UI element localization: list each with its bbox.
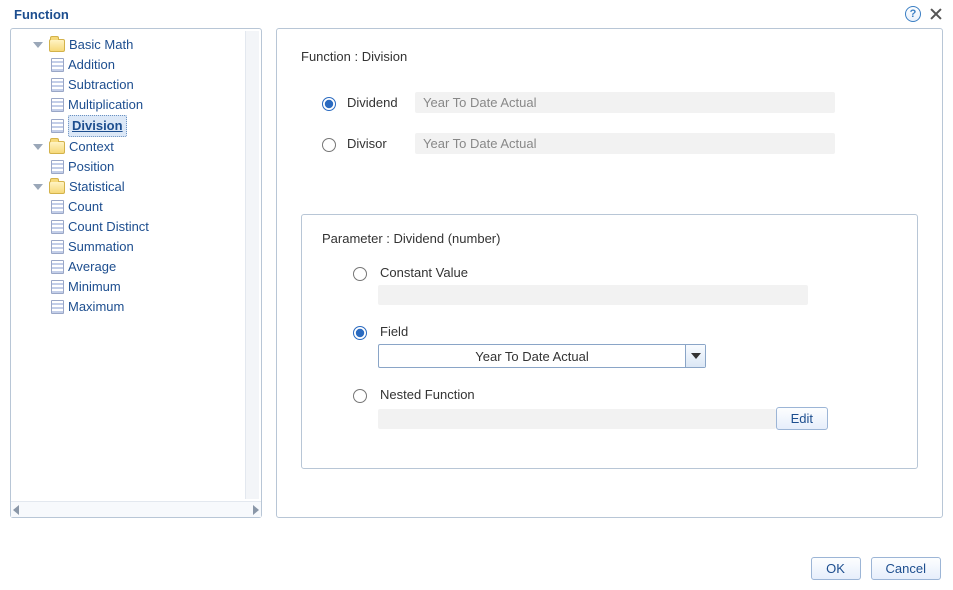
chevron-down-icon: [691, 353, 701, 359]
radio-divisor[interactable]: [322, 138, 336, 152]
tree-item-count-distinct[interactable]: Count Distinct: [51, 217, 257, 237]
chevron-down-icon[interactable]: [33, 42, 43, 48]
option-label: Constant Value: [380, 265, 468, 280]
function-icon: [51, 240, 64, 254]
function-icon: [51, 78, 64, 92]
radio-nested[interactable]: [353, 389, 367, 403]
tree-item-addition[interactable]: Addition: [51, 55, 257, 75]
tree-group-context[interactable]: Context: [33, 137, 257, 157]
tree-group-label[interactable]: Context: [69, 137, 114, 157]
constant-value-input[interactable]: [378, 285, 808, 305]
option-constant[interactable]: Constant Value: [322, 264, 897, 281]
tree-group-statistical[interactable]: Statistical: [33, 177, 257, 197]
tree-item-label[interactable]: Summation: [68, 237, 134, 257]
scrollbar-v[interactable]: [245, 31, 259, 499]
tree-item-average[interactable]: Average: [51, 257, 257, 277]
dialog-title: Function: [10, 7, 905, 22]
option-label: Nested Function: [380, 387, 475, 402]
tree-item-minimum[interactable]: Minimum: [51, 277, 257, 297]
radio-field[interactable]: [353, 326, 367, 340]
function-tree: Basic Math Addition Subtraction Multipli…: [11, 29, 261, 323]
function-icon: [51, 200, 64, 214]
tree-item-label[interactable]: Multiplication: [68, 95, 143, 115]
field-select[interactable]: Year To Date Actual: [378, 344, 706, 368]
tree-group-label[interactable]: Statistical: [69, 177, 125, 197]
scroll-right-icon[interactable]: [253, 505, 259, 515]
function-icon: [51, 280, 64, 294]
tree-item-label[interactable]: Addition: [68, 55, 115, 75]
function-icon: [51, 119, 64, 133]
param-value: Year To Date Actual: [415, 92, 835, 113]
tree-item-maximum[interactable]: Maximum: [51, 297, 257, 317]
nested-function-input[interactable]: [378, 409, 776, 429]
tree-item-label[interactable]: Position: [68, 157, 114, 177]
function-heading: Function : Division: [301, 49, 918, 64]
help-icon[interactable]: ?: [905, 6, 921, 22]
tree-item-label[interactable]: Average: [68, 257, 116, 277]
tree-item-label[interactable]: Subtraction: [68, 75, 134, 95]
function-icon: [51, 160, 64, 174]
function-detail-panel: Function : Division Dividend Year To Dat…: [276, 28, 943, 518]
folder-icon: [49, 141, 65, 154]
field-select-value: Year To Date Actual: [379, 349, 685, 364]
radio-dividend[interactable]: [322, 97, 336, 111]
tree-item-position[interactable]: Position: [51, 157, 257, 177]
tree-item-label[interactable]: Maximum: [68, 297, 124, 317]
tree-item-label[interactable]: Count Distinct: [68, 217, 149, 237]
tree-item-label[interactable]: Division: [68, 115, 127, 137]
function-icon: [51, 220, 64, 234]
param-value: Year To Date Actual: [415, 133, 835, 154]
option-nested[interactable]: Nested Function: [322, 386, 897, 403]
chevron-down-icon[interactable]: [33, 144, 43, 150]
param-label: Divisor: [347, 136, 407, 151]
radio-constant[interactable]: [353, 267, 367, 281]
function-param-dividend[interactable]: Dividend Year To Date Actual: [301, 92, 918, 113]
dropdown-button[interactable]: [685, 345, 705, 367]
folder-icon: [49, 181, 65, 194]
parameter-heading: Parameter : Dividend (number): [322, 231, 897, 246]
option-field[interactable]: Field: [322, 323, 897, 340]
tree-item-multiplication[interactable]: Multiplication: [51, 95, 257, 115]
tree-item-division[interactable]: Division: [51, 115, 257, 137]
function-icon: [51, 58, 64, 72]
tree-item-summation[interactable]: Summation: [51, 237, 257, 257]
close-icon[interactable]: [929, 7, 943, 21]
param-label: Dividend: [347, 95, 407, 110]
function-icon: [51, 98, 64, 112]
tree-group-basic-math[interactable]: Basic Math: [33, 35, 257, 55]
folder-icon: [49, 39, 65, 52]
tree-item-subtraction[interactable]: Subtraction: [51, 75, 257, 95]
scrollbar-h[interactable]: [11, 501, 261, 517]
function-icon: [51, 260, 64, 274]
scroll-left-icon[interactable]: [13, 505, 19, 515]
option-label: Field: [380, 324, 408, 339]
parameter-editor: Parameter : Dividend (number) Constant V…: [301, 214, 918, 469]
ok-button[interactable]: OK: [811, 557, 861, 580]
function-param-divisor[interactable]: Divisor Year To Date Actual: [301, 133, 918, 154]
function-icon: [51, 300, 64, 314]
tree-item-label[interactable]: Minimum: [68, 277, 121, 297]
tree-group-label[interactable]: Basic Math: [69, 35, 133, 55]
function-tree-panel: Basic Math Addition Subtraction Multipli…: [10, 28, 262, 518]
cancel-button[interactable]: Cancel: [871, 557, 941, 580]
edit-button[interactable]: Edit: [776, 407, 828, 430]
chevron-down-icon[interactable]: [33, 184, 43, 190]
tree-item-label[interactable]: Count: [68, 197, 103, 217]
tree-item-count[interactable]: Count: [51, 197, 257, 217]
